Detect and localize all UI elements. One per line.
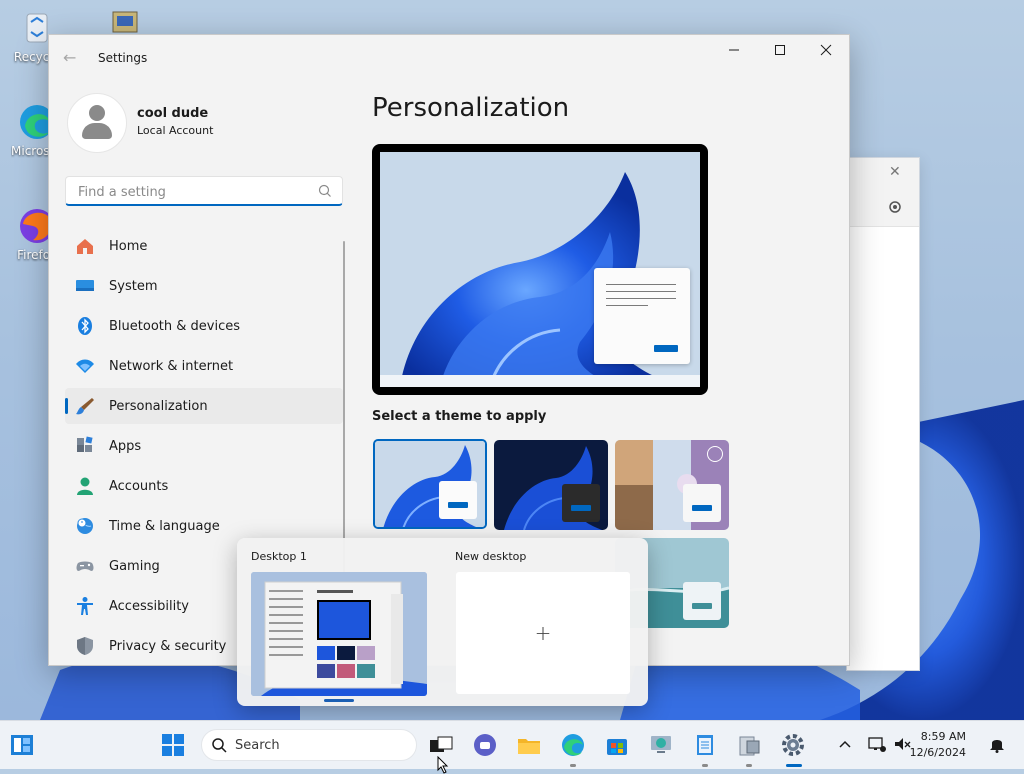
settings-titlebar[interactable]: ← Settings	[49, 35, 849, 81]
preview-taskbar	[380, 375, 700, 387]
settings-search-input[interactable]	[76, 182, 310, 202]
search-icon	[318, 184, 332, 198]
nav-item-label: Accessibility	[109, 598, 189, 614]
mouse-cursor-icon	[437, 756, 449, 774]
store-icon[interactable]	[605, 733, 629, 757]
nav-item-system[interactable]: System	[65, 268, 343, 304]
start-button[interactable]	[161, 733, 185, 757]
brush-icon	[75, 396, 95, 416]
background-window[interactable]: ✕	[846, 157, 920, 671]
window-title: Settings	[98, 51, 148, 65]
back-arrow-icon[interactable]: ←	[63, 48, 81, 67]
task-view-flyout: Desktop 1 New desktop +	[237, 538, 648, 706]
nav-item-label: Privacy & security	[109, 638, 227, 654]
current-desktop-indicator	[324, 699, 354, 702]
system-icon	[75, 276, 95, 296]
settings-active-indicator	[786, 764, 802, 767]
page-title: Personalization	[372, 93, 570, 123]
background-window-header: ✕	[847, 158, 919, 227]
search-icon	[212, 738, 227, 757]
settings-taskbar-icon[interactable]	[781, 733, 805, 757]
volume-muted-icon[interactable]	[893, 735, 911, 753]
maximize-button[interactable]	[757, 35, 803, 65]
user-name: cool dude	[137, 106, 209, 121]
shield-icon	[75, 636, 95, 656]
nav-item-network[interactable]: Network & internet	[65, 348, 343, 384]
file-explorer-icon[interactable]	[517, 733, 541, 757]
edge-taskbar-icon[interactable]	[561, 733, 585, 757]
minimize-button[interactable]	[711, 35, 757, 65]
account-type: Local Account	[137, 124, 214, 137]
avatar	[67, 93, 127, 153]
nav-item-label: Apps	[109, 438, 142, 454]
nav-item-home[interactable]: Home	[65, 228, 343, 264]
nav-item-apps[interactable]: Apps	[65, 428, 343, 464]
settings-search-box[interactable]	[65, 176, 343, 206]
minimize-icon	[729, 49, 739, 51]
task-view-icon[interactable]	[429, 733, 453, 757]
notepad-icon[interactable]	[693, 733, 717, 757]
nav-item-label: Time & language	[109, 518, 220, 534]
add-desktop-icon: +	[534, 621, 552, 645]
background-close-icon[interactable]: ✕	[889, 164, 901, 180]
nav-item-personalization[interactable]: Personalization	[65, 388, 343, 424]
nav-item-accounts[interactable]: Accounts	[65, 468, 343, 504]
nav-item-label: Home	[109, 238, 148, 254]
taskbar-search[interactable]: Search	[201, 729, 417, 761]
wifi-icon	[75, 356, 95, 376]
bluetooth-icon	[75, 316, 95, 336]
nav-item-label: System	[109, 278, 158, 294]
windows-logo-icon	[162, 734, 184, 756]
desktop-1-thumbnail[interactable]	[251, 572, 427, 696]
remote-desktop-icon[interactable]	[649, 733, 673, 757]
nav-item-label: Accounts	[109, 478, 169, 494]
accessibility-icon	[75, 596, 95, 616]
new-desktop-button[interactable]: +	[456, 572, 630, 694]
clock-date: 12/6/2024	[909, 746, 966, 759]
teams-chat-icon[interactable]	[473, 733, 497, 757]
system-tool-icon[interactable]	[737, 733, 761, 757]
new-desktop-label: New desktop	[455, 550, 527, 563]
nav-item-label: Gaming	[109, 558, 160, 574]
theme-tile-glow[interactable]	[615, 440, 729, 530]
theme-section-label: Select a theme to apply	[372, 409, 547, 424]
theme-badge-icon	[707, 446, 723, 462]
chevron-up-icon[interactable]	[836, 735, 854, 753]
nav-item-label: Personalization	[109, 398, 208, 414]
desktop-1-label: Desktop 1	[251, 550, 307, 563]
home-icon	[75, 236, 95, 256]
globe-clock-icon	[75, 516, 95, 536]
nav-item-label: Bluetooth & devices	[109, 318, 240, 334]
accounts-icon	[75, 476, 95, 496]
taskbar-search-label: Search	[235, 738, 280, 753]
nav-item-label: Network & internet	[109, 358, 234, 374]
apps-icon	[75, 436, 95, 456]
theme-tile-windows-dark[interactable]	[494, 440, 608, 530]
clock[interactable]: 8:59 AM 12/6/2024	[910, 729, 966, 761]
background-gear-icon[interactable]	[887, 199, 903, 219]
network-icon[interactable]	[868, 735, 886, 753]
preview-dialog	[594, 268, 690, 364]
taskbar: Search 8:59 AM 12/6/2024	[0, 720, 1024, 769]
running-indicator	[746, 764, 752, 767]
running-indicator	[570, 764, 576, 767]
theme-tile-windows-light[interactable]	[373, 439, 487, 529]
close-button[interactable]	[803, 35, 849, 65]
running-indicator	[702, 764, 708, 767]
active-indicator	[65, 398, 68, 414]
nav-item-bluetooth[interactable]: Bluetooth & devices	[65, 308, 343, 344]
maximize-icon	[775, 45, 785, 55]
notification-bell-icon[interactable]	[988, 735, 1006, 753]
widgets-icon[interactable]	[10, 733, 34, 757]
clock-time: 8:59 AM	[920, 730, 966, 743]
theme-preview	[372, 144, 708, 395]
gamepad-icon	[75, 556, 95, 576]
close-icon	[820, 44, 832, 56]
